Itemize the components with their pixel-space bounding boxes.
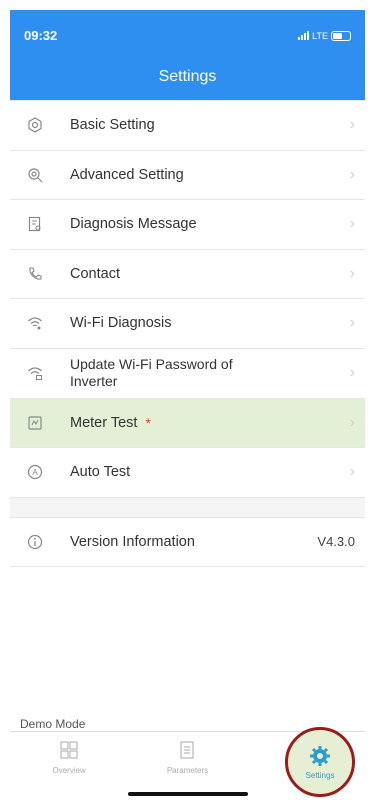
- menu-item-label: Update Wi-Fi Password of Inverter: [70, 355, 233, 390]
- grid-icon: [60, 741, 78, 759]
- status-indicators: LTE: [298, 28, 351, 43]
- signal-icon: [298, 31, 310, 40]
- menu-item-label: Version Information: [70, 533, 195, 550]
- section-divider: [10, 497, 365, 518]
- tab-settings-highlight[interactable]: Settings: [285, 727, 355, 797]
- wifi-icon: [24, 312, 46, 334]
- version-value: V4.3.0: [317, 534, 355, 550]
- status-time: 09:32: [24, 28, 58, 43]
- menu-item-auto-test[interactable]: A Auto Test ›: [10, 448, 365, 498]
- chevron-right-icon: ›: [349, 314, 355, 332]
- info-icon: [24, 531, 46, 553]
- app-header: 09:32 LTE Settings: [10, 10, 365, 100]
- chevron-right-icon: ›: [349, 165, 355, 183]
- gear-search-icon: [24, 164, 46, 186]
- svg-text:A: A: [32, 468, 38, 477]
- menu-item-basic-setting[interactable]: Basic Setting ›: [10, 101, 365, 151]
- meter-icon: [24, 412, 46, 434]
- settings-screen: 09:32 LTE Settings Basic Setting › Advan…: [10, 10, 365, 799]
- auto-icon: A: [24, 461, 46, 483]
- menu-item-label: Contact: [70, 265, 120, 282]
- required-badge: *: [145, 414, 151, 431]
- settings-list: Basic Setting › Advanced Setting › Diagn…: [10, 100, 365, 567]
- document-icon: [24, 213, 46, 235]
- tab-label: Overview: [52, 766, 86, 775]
- chevron-right-icon: ›: [349, 116, 355, 134]
- chevron-right-icon: ›: [349, 264, 355, 282]
- tab-overview[interactable]: Overview: [10, 732, 128, 799]
- gear-hex-icon: [24, 114, 46, 136]
- menu-item-wifi-diagnosis[interactable]: Wi-Fi Diagnosis ›: [10, 299, 365, 349]
- menu-item-label: Wi-Fi Diagnosis: [70, 315, 172, 332]
- menu-item-meter-test[interactable]: Meter Test * ›: [10, 398, 365, 448]
- menu-item-label: Auto Test: [70, 464, 131, 481]
- network-label: LTE: [312, 30, 328, 41]
- phone-icon: [24, 263, 46, 285]
- tab-parameters[interactable]: Parameters: [128, 732, 246, 799]
- menu-item-label: Diagnosis Message: [70, 216, 197, 233]
- menu-item-version-information[interactable]: Version Information V4.3.0: [10, 518, 365, 567]
- menu-item-update-wifi-password[interactable]: Update Wi-Fi Password of Inverter ›: [10, 349, 365, 399]
- chevron-right-icon: ›: [349, 364, 355, 381]
- chevron-right-icon: ›: [349, 413, 355, 431]
- status-bar: 09:32 LTE: [24, 28, 351, 43]
- battery-icon: [331, 30, 351, 41]
- page-title: Settings: [158, 68, 217, 85]
- menu-item-label: Advanced Setting: [70, 166, 184, 183]
- document-list-icon: [180, 741, 194, 759]
- menu-item-label: Meter Test: [70, 414, 138, 431]
- menu-item-diagnosis-message[interactable]: Diagnosis Message ›: [10, 200, 365, 250]
- chevron-right-icon: ›: [349, 463, 355, 481]
- tab-label: Parameters: [166, 766, 209, 775]
- wifi-lock-icon: [24, 362, 46, 384]
- tab-label: Settings: [305, 770, 335, 780]
- menu-item-label: Basic Setting: [70, 117, 155, 134]
- demo-mode-label: Demo Mode: [20, 717, 86, 731]
- menu-item-advanced-setting[interactable]: Advanced Setting ›: [10, 151, 365, 200]
- gear-icon: [310, 745, 330, 766]
- home-indicator: [127, 792, 248, 796]
- menu-item-contact[interactable]: Contact ›: [10, 250, 365, 299]
- chevron-right-icon: ›: [349, 215, 355, 233]
